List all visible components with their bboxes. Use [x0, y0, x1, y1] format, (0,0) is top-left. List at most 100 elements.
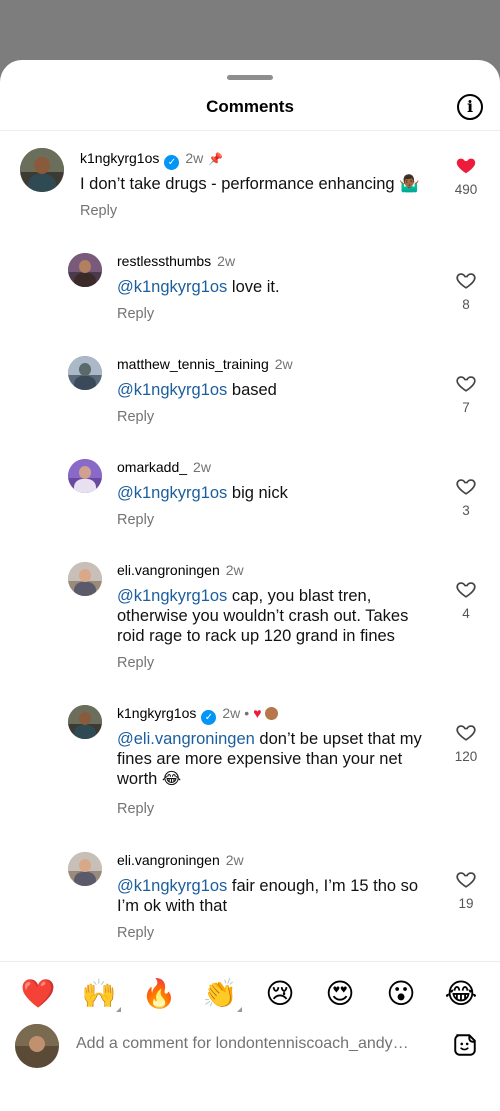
reaction-clap-icon[interactable]: 👏 [200, 974, 242, 1014]
variant-indicator [116, 1007, 121, 1012]
comment-username[interactable]: matthew_tennis_training [117, 356, 269, 372]
heart-outline-icon [456, 479, 476, 495]
like-button[interactable]: 7 [446, 372, 486, 415]
comment-text: @k1ngkyrg1os fair enough, I’m 15 tho so … [117, 876, 437, 916]
like-button[interactable]: 3 [446, 475, 486, 518]
comment-meta: omarkadd_ 2w [117, 459, 211, 475]
comment-time: 2w [217, 253, 236, 269]
reply-button[interactable]: Reply [117, 801, 154, 817]
comment-mention[interactable]: @k1ngkyrg1os [117, 381, 227, 399]
verified-badge-icon: ✓ [164, 155, 180, 170]
header-divider [0, 130, 500, 131]
comment-time: 2w [225, 562, 244, 578]
comment-meta: eli.vangroningen 2w [117, 852, 244, 868]
comment-time: 2w [222, 705, 241, 721]
verified-badge-icon: ✓ [201, 710, 217, 725]
comment-meta: restlessthumbs 2w [117, 253, 235, 269]
creator-mini-avatar [264, 707, 278, 720]
like-count: 120 [454, 749, 478, 764]
like-button[interactable]: 19 [446, 868, 486, 911]
avatar[interactable] [68, 562, 102, 596]
comment-body: big nick [227, 484, 288, 502]
comment-text: @k1ngkyrg1os cap, you blast tren, otherw… [117, 586, 437, 646]
separator-dot: • [244, 705, 250, 721]
avatar[interactable] [68, 852, 102, 886]
comment-body: I don’t take drugs - performance enhanci… [80, 175, 420, 193]
reaction-laughing-icon[interactable]: 😂 [441, 974, 481, 1014]
variant-indicator [237, 1007, 242, 1012]
comment-meta: k1ngkyrg1os ✓ 2w • ♥ [117, 705, 278, 725]
avatar[interactable] [20, 148, 64, 192]
like-count: 4 [462, 606, 470, 621]
like-count: 490 [454, 182, 478, 197]
avatar[interactable] [68, 356, 102, 390]
comment-time: 2w [225, 852, 244, 868]
comment-text: @k1ngkyrg1os big nick [117, 483, 437, 503]
avatar[interactable] [68, 459, 102, 493]
avatar-face [29, 1036, 45, 1052]
comment-username[interactable]: k1ngkyrg1os [80, 150, 159, 166]
comments-sheet: Comments i k1ngkyrg1os ✓ 2w 📌 I don’t take … [0, 60, 500, 1111]
drag-handle[interactable] [227, 75, 273, 80]
reaction-clap-glyph: 👏 [202, 978, 238, 1009]
heart-filled-icon [456, 158, 476, 174]
comment-time: 2w [193, 459, 211, 475]
comment-text: @k1ngkyrg1os love it. [117, 277, 437, 297]
comment-meta: eli.vangroningen 2w [117, 562, 244, 578]
sheet-title: Comments [206, 97, 294, 116]
comment-username[interactable]: eli.vangroningen [117, 852, 220, 868]
heart-outline-icon [456, 725, 476, 741]
reactions-divider [0, 961, 500, 962]
creator-liked-heart-icon: ♥ [253, 705, 262, 721]
reaction-fire-icon[interactable]: 🔥 [139, 974, 179, 1014]
like-button[interactable]: 8 [446, 269, 486, 312]
like-count: 3 [462, 503, 470, 518]
comment-input[interactable]: Add a comment for londontenniscoach_andy… [76, 1035, 431, 1053]
comment-username[interactable]: restlessthumbs [117, 253, 211, 269]
comment-time: 2w [274, 356, 293, 372]
reaction-raised-hands-icon[interactable]: 🙌 [79, 974, 121, 1014]
comment-text: @k1ngkyrg1os based [117, 380, 437, 400]
heart-outline-icon [456, 376, 476, 392]
comment-mention[interactable]: @k1ngkyrg1os [117, 484, 227, 502]
comment-mention[interactable]: @k1ngkyrg1os [117, 877, 227, 895]
comment-body: based [227, 381, 277, 399]
avatar[interactable] [68, 705, 102, 739]
reaction-heart-eyes-icon[interactable]: 😍 [320, 974, 360, 1014]
reply-button[interactable]: Reply [117, 306, 154, 322]
comment-mention[interactable]: @k1ngkyrg1os [117, 278, 227, 296]
like-count: 7 [462, 400, 470, 415]
reaction-surprised-icon[interactable]: 😮 [381, 974, 421, 1014]
like-count: 19 [458, 896, 474, 911]
like-button[interactable]: 490 [446, 154, 486, 197]
comment-meta: k1ngkyrg1os ✓ 2w 📌 [80, 150, 223, 170]
comment-time: 2w [185, 150, 204, 166]
my-avatar [15, 1024, 59, 1068]
heart-outline-icon [456, 582, 476, 598]
reply-button[interactable]: Reply [117, 925, 154, 941]
heart-outline-icon [456, 273, 476, 289]
comment-username[interactable]: omarkadd_ [117, 459, 187, 475]
comment-text: I don’t take drugs - performance enhanci… [80, 174, 440, 194]
comment-body: love it. [227, 278, 280, 296]
reaction-heart-icon[interactable]: ❤️ [18, 974, 58, 1014]
comment-meta: matthew_tennis_training 2w [117, 356, 293, 372]
reaction-crying-icon[interactable]: 😢 [260, 974, 300, 1014]
reply-button[interactable]: Reply [117, 655, 154, 671]
comment-username[interactable]: k1ngkyrg1os [117, 705, 196, 721]
heart-outline-icon [456, 872, 476, 888]
reply-button[interactable]: Reply [80, 203, 117, 219]
like-count: 8 [462, 297, 470, 312]
like-button[interactable]: 4 [446, 578, 486, 621]
reply-button[interactable]: Reply [117, 409, 154, 425]
comment-text: @eli.vangroningen don’t be upset that my… [117, 729, 437, 789]
reaction-raised-hands-glyph: 🙌 [81, 978, 117, 1009]
like-button[interactable]: 120 [446, 721, 486, 764]
comment-username[interactable]: eli.vangroningen [117, 562, 220, 578]
comment-mention[interactable]: @eli.vangroningen [117, 730, 255, 748]
avatar[interactable] [68, 253, 102, 287]
sticker-icon[interactable] [452, 1032, 478, 1058]
comment-mention[interactable]: @k1ngkyrg1os [117, 587, 227, 605]
reply-button[interactable]: Reply [117, 512, 154, 528]
info-icon[interactable]: i [457, 94, 483, 120]
